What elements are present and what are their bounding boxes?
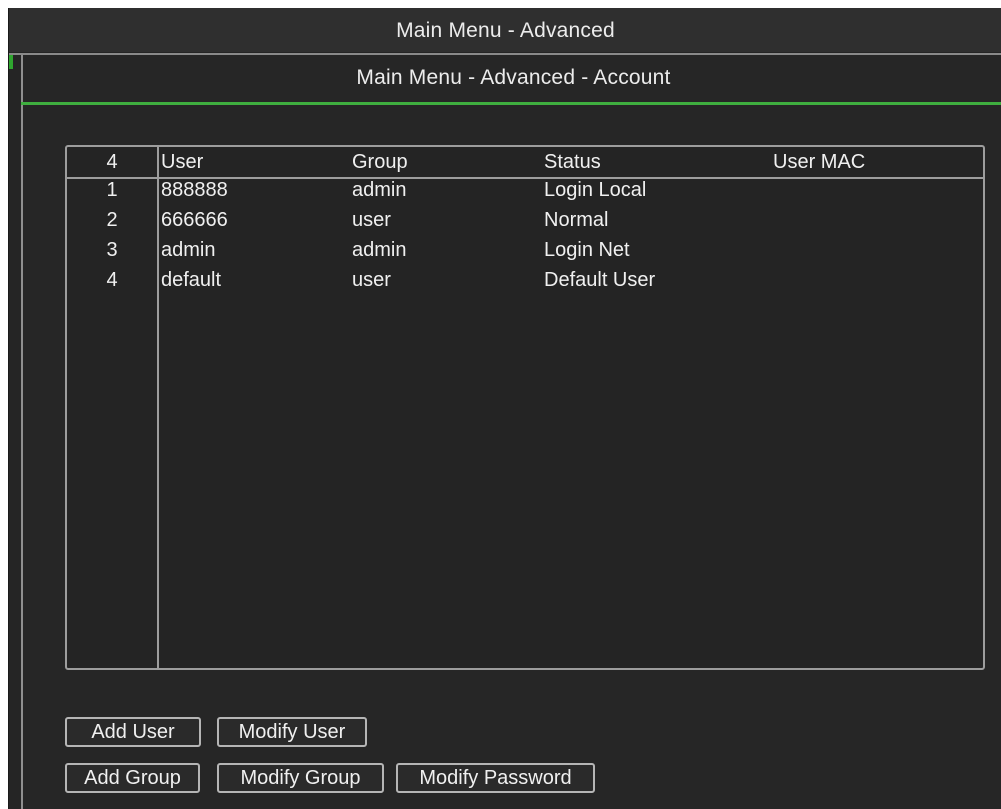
- table-row[interactable]: 4 default user Default User: [67, 269, 983, 299]
- header-user-mac[interactable]: User MAC: [773, 151, 865, 174]
- outer-window-title: Main Menu - Advanced: [9, 8, 1001, 52]
- main-menu-advanced-window: Main Menu - Advanced Main Menu - Advance…: [8, 8, 1001, 809]
- table-row[interactable]: 1 888888 admin Login Local: [67, 179, 983, 209]
- header-user[interactable]: User: [161, 151, 203, 174]
- row-group: admin: [352, 179, 407, 201]
- dialog-title: Main Menu - Advanced - Account: [356, 66, 671, 89]
- row-number: 2: [106, 209, 118, 231]
- modify-password-button[interactable]: Modify Password: [396, 763, 595, 793]
- row-status: Default User: [544, 269, 656, 291]
- row-user: 666666: [161, 209, 228, 231]
- row-user: default: [161, 269, 222, 291]
- row-user: 888888: [161, 179, 228, 201]
- outer-accent-mark: [9, 55, 13, 69]
- row-number: 1: [106, 179, 118, 201]
- row-number: 3: [106, 239, 118, 261]
- row-user: admin: [161, 239, 216, 261]
- header-status[interactable]: Status: [544, 151, 601, 174]
- table-row[interactable]: 2 666666 user Normal: [67, 209, 983, 239]
- user-table: 4 User Group Status User MAC 1 888888 ad…: [65, 145, 985, 670]
- row-group: user: [352, 269, 391, 291]
- dialog-title-divider: [21, 102, 1001, 105]
- header-group[interactable]: Group: [352, 151, 408, 174]
- modify-user-button[interactable]: Modify User: [217, 717, 367, 747]
- row-group: user: [352, 209, 391, 231]
- row-status: Normal: [544, 209, 609, 231]
- row-status: Login Local: [544, 179, 647, 201]
- row-number: 4: [106, 269, 118, 291]
- account-dialog: Main Menu - Advanced - Account 4 User Gr…: [21, 55, 1001, 809]
- modify-group-button[interactable]: Modify Group: [217, 763, 384, 793]
- add-user-button[interactable]: Add User: [65, 717, 201, 747]
- table-header: 4 User Group Status User MAC: [67, 147, 983, 179]
- add-group-button[interactable]: Add Group: [65, 763, 200, 793]
- header-count: 4: [106, 151, 118, 173]
- row-group: admin: [352, 239, 407, 261]
- table-row[interactable]: 3 admin admin Login Net: [67, 239, 983, 269]
- row-status: Login Net: [544, 239, 630, 261]
